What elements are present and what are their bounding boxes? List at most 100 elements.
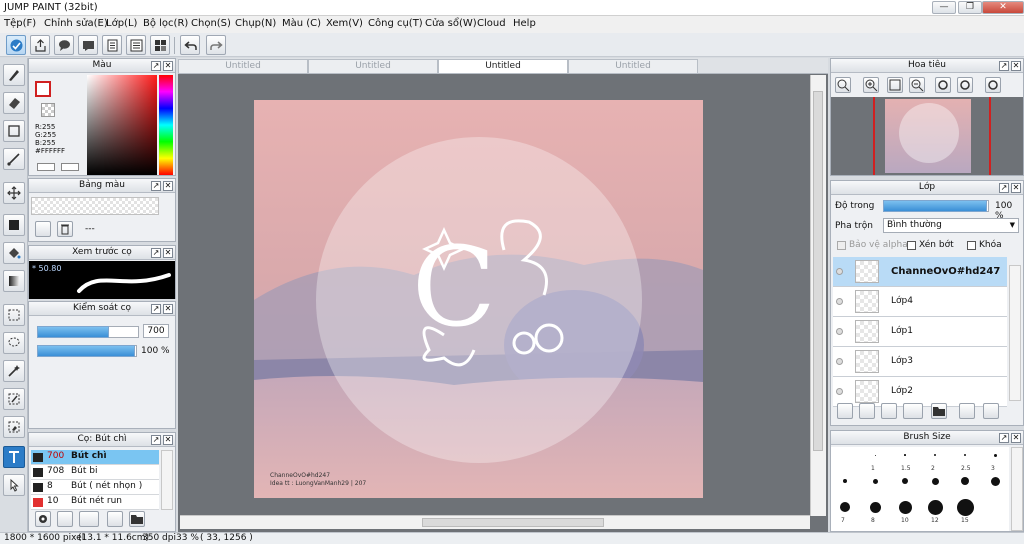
magic-wand-tool[interactable]	[3, 360, 25, 382]
brush-settings-button[interactable]	[35, 511, 51, 527]
brush-doc-button[interactable]	[107, 511, 123, 527]
hand-tool[interactable]	[3, 474, 25, 496]
float-icon[interactable]: ↗	[151, 61, 161, 71]
layer-row[interactable]: Lớp1	[833, 317, 1007, 347]
comment-button[interactable]	[54, 35, 74, 55]
brush-size-dot[interactable]	[869, 501, 881, 513]
brush-size-dot[interactable]	[993, 453, 997, 457]
menu-color[interactable]: Màu (C)	[282, 18, 321, 29]
menu-tools[interactable]: Công cụ(T)	[368, 18, 423, 29]
fit-button[interactable]	[887, 77, 903, 93]
layer-opacity-track[interactable]	[883, 200, 989, 212]
brush-size-dot[interactable]	[961, 477, 969, 485]
close-button[interactable]: ✕	[982, 1, 1024, 14]
close-icon[interactable]: ✕	[163, 435, 173, 445]
duplicate-layer-button[interactable]	[859, 403, 875, 419]
protect-alpha-checkbox[interactable]	[837, 241, 846, 250]
foreground-color-swatch[interactable]	[35, 81, 51, 97]
canvas-artwork[interactable]: C ChanneOvO#hd247 Idea tt : LuongVanManh…	[254, 100, 703, 498]
zoom-in-button[interactable]	[835, 77, 851, 93]
select-pen-tool[interactable]	[3, 388, 25, 410]
close-icon[interactable]: ✕	[163, 181, 173, 191]
menu-file[interactable]: Tệp(F)	[4, 18, 36, 29]
saturation-value-picker[interactable]	[87, 75, 157, 175]
menu-window[interactable]: Cửa sổ(W)	[425, 18, 477, 29]
grid-button[interactable]	[150, 35, 170, 55]
color-mode-button[interactable]	[37, 163, 55, 171]
line-tool[interactable]	[3, 148, 25, 170]
brush-size-dot[interactable]	[843, 479, 847, 483]
close-icon[interactable]: ✕	[1011, 61, 1021, 71]
float-icon[interactable]: ↗	[999, 433, 1009, 443]
menu-select[interactable]: Chọn(S)	[191, 18, 231, 29]
float-icon[interactable]: ↗	[999, 61, 1009, 71]
move-tool[interactable]	[3, 182, 25, 204]
new-palette-button[interactable]	[35, 221, 51, 237]
delete-palette-button[interactable]	[57, 221, 73, 237]
tab-document-4[interactable]: Untitled	[568, 59, 698, 74]
canvas-vertical-scrollbar[interactable]	[810, 75, 826, 516]
copy-layer-button[interactable]	[959, 403, 975, 419]
maximize-button[interactable]: ❐	[958, 1, 982, 14]
rectangle-tool[interactable]	[3, 120, 25, 142]
brush-size-dot[interactable]	[990, 476, 1000, 486]
menu-filter[interactable]: Bộ lọc(R)	[143, 18, 188, 29]
brush-opacity-track[interactable]	[37, 345, 137, 357]
rotate-left-button[interactable]	[935, 77, 951, 93]
brush-item[interactable]: 8 Bút ( nét nhọn )	[31, 480, 159, 495]
brush-size-dot[interactable]	[898, 500, 912, 514]
fill-rect-tool[interactable]	[3, 214, 25, 236]
background-color-swatch[interactable]	[41, 103, 55, 117]
menu-view[interactable]: Xem(V)	[326, 18, 363, 29]
select-rect-tool[interactable]	[3, 304, 25, 326]
float-icon[interactable]: ↗	[151, 435, 161, 445]
brush-item[interactable]: 10 Bút nét run	[31, 495, 159, 510]
close-icon[interactable]: ✕	[163, 248, 173, 258]
palette-swatches[interactable]	[31, 197, 159, 215]
tab-document-1[interactable]: Untitled	[178, 59, 308, 74]
brush-size-dot[interactable]	[872, 478, 878, 484]
brush-item[interactable]: 708 Bút bi	[31, 465, 159, 480]
gradient-tool[interactable]	[3, 270, 25, 292]
menu-capture[interactable]: Chụp(N)	[235, 18, 276, 29]
undo-button[interactable]	[180, 35, 200, 55]
message-button[interactable]	[78, 35, 98, 55]
redo-button[interactable]	[206, 35, 226, 55]
visibility-icon[interactable]	[836, 388, 843, 395]
brush-tool[interactable]	[3, 64, 25, 86]
brush-size-dot[interactable]	[963, 453, 967, 457]
brush-size-dot[interactable]	[840, 502, 850, 512]
eraser-select-tool[interactable]	[3, 416, 25, 438]
close-icon[interactable]: ✕	[163, 61, 173, 71]
lasso-tool[interactable]	[3, 332, 25, 354]
tab-document-3[interactable]: Untitled	[438, 59, 568, 74]
brush-size-slider[interactable]	[37, 326, 109, 338]
float-icon[interactable]: ↗	[151, 248, 161, 258]
delete-layer-button[interactable]	[983, 403, 999, 419]
layer-menu-button[interactable]	[903, 403, 923, 419]
float-icon[interactable]: ↗	[999, 183, 1009, 193]
eraser-tool[interactable]	[3, 92, 25, 114]
brush-menu-button[interactable]	[79, 511, 99, 527]
canvas-horizontal-scrollbar[interactable]	[180, 515, 810, 529]
menu-layer[interactable]: Lớp(L)	[106, 18, 137, 29]
brush-size-dot[interactable]	[904, 454, 906, 456]
brush-size-value[interactable]: 700	[143, 324, 169, 338]
share-button[interactable]	[30, 35, 50, 55]
close-icon[interactable]: ✕	[1011, 183, 1021, 193]
float-icon[interactable]: ↗	[151, 304, 161, 314]
brush-size-track[interactable]	[37, 326, 139, 338]
color-swap-button[interactable]	[61, 163, 79, 171]
list-button[interactable]	[126, 35, 146, 55]
hue-slider[interactable]	[159, 75, 173, 175]
visibility-icon[interactable]	[836, 298, 843, 305]
clip-checkbox[interactable]	[907, 241, 916, 250]
brush-item[interactable]: 700 Bút chì	[31, 450, 159, 465]
close-icon[interactable]: ✕	[163, 304, 173, 314]
layer-row[interactable]: Lớp4	[833, 287, 1007, 317]
brush-size-dot[interactable]	[927, 499, 943, 515]
float-icon[interactable]: ↗	[151, 181, 161, 191]
brush-size-grid[interactable]: 1 1.5 2 2.5 3 7 8 10 12 15	[831, 447, 1009, 531]
menu-help[interactable]: Help	[513, 18, 536, 29]
rotate-right-button[interactable]	[985, 77, 1001, 93]
